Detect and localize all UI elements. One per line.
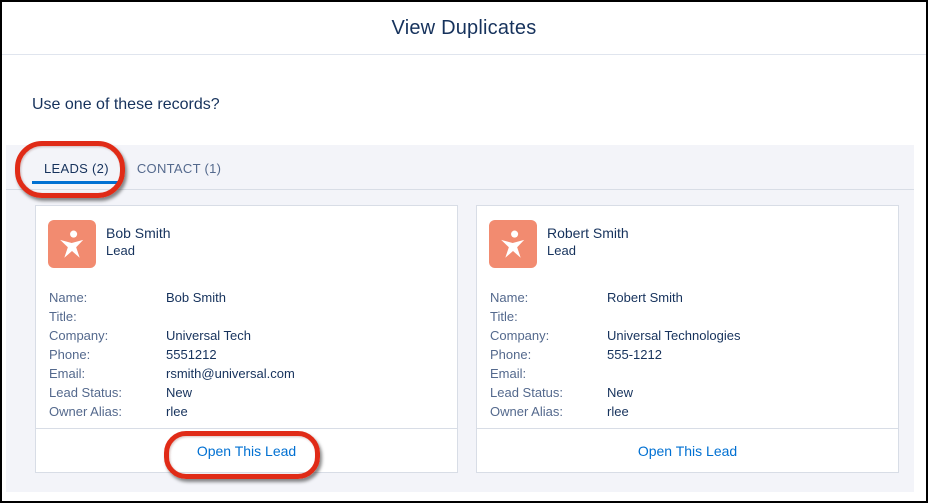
record-type-label: Lead — [106, 243, 135, 258]
card-titles: Robert Smith Lead — [547, 220, 629, 260]
field-row-title: Title: — [49, 307, 457, 326]
lead-name: Bob Smith — [106, 225, 171, 241]
field-row-company: Company: Universal Technologies — [490, 326, 898, 345]
field-row-name: Name: Bob Smith — [49, 288, 457, 307]
card-titles: Bob Smith Lead — [106, 220, 171, 260]
field-label: Phone: — [49, 347, 91, 362]
field-row-owner-alias: Owner Alias: rlee — [490, 402, 898, 421]
record-type-label: Lead — [547, 243, 576, 258]
field-value: rsmith@universal.com — [166, 366, 295, 381]
lead-avatar-icon — [48, 220, 96, 268]
field-list: Name: Robert Smith Title: Company: Unive… — [490, 288, 898, 421]
field-value: Robert Smith — [607, 290, 683, 305]
field-label: Lead Status: — [490, 385, 563, 400]
prompt-text: Use one of these records? — [32, 96, 220, 113]
field-label: Title: — [490, 309, 518, 324]
field-row-name: Name: Robert Smith — [490, 288, 898, 307]
field-value: rlee — [607, 404, 629, 419]
field-label: Email: — [49, 366, 86, 381]
modal-header: View Duplicates — [2, 2, 926, 55]
field-value: 5551212 — [166, 347, 217, 362]
field-value: rlee — [166, 404, 188, 419]
field-row-phone: Phone: 555-1212 — [490, 345, 898, 364]
tab-contact[interactable]: CONTACT (1) — [125, 145, 233, 184]
field-value: 555-1212 — [607, 347, 662, 362]
field-value: Bob Smith — [166, 290, 226, 305]
card-header: Robert Smith Lead — [477, 206, 898, 274]
duplicates-panel: LEADS (2) CONTACT (1) Bob Smith Lead Nam… — [6, 145, 914, 492]
field-row-email: Email: rsmith@universal.com — [49, 364, 457, 383]
card-header: Bob Smith Lead — [36, 206, 457, 274]
open-this-lead-button[interactable]: Open This Lead — [477, 428, 898, 472]
field-value: New — [607, 385, 634, 400]
tab-strip: LEADS (2) CONTACT (1) — [6, 145, 914, 190]
lead-card-robert-smith: Robert Smith Lead Name: Robert Smith Tit… — [476, 205, 899, 473]
field-row-owner-alias: Owner Alias: rlee — [49, 402, 457, 421]
field-label: Title: — [49, 309, 77, 324]
field-list: Name: Bob Smith Title: Company: Universa… — [49, 288, 457, 421]
field-label: Owner Alias: — [490, 404, 563, 419]
field-row-email: Email: — [490, 364, 898, 383]
field-value: Universal Tech — [166, 328, 252, 343]
field-label: Owner Alias: — [49, 404, 122, 419]
lead-name: Robert Smith — [547, 225, 629, 241]
field-label: Email: — [490, 366, 527, 381]
field-label: Company: — [49, 328, 109, 343]
page-title: View Duplicates — [391, 16, 537, 39]
tab-leads[interactable]: LEADS (2) — [32, 145, 121, 184]
view-duplicates-modal: View Duplicates Use one of these records… — [0, 0, 928, 503]
lead-card-bob-smith: Bob Smith Lead Name: Bob Smith Title: Co… — [35, 205, 458, 473]
field-value: New — [166, 385, 193, 400]
lead-avatar-icon — [489, 220, 537, 268]
field-row-phone: Phone: 5551212 — [49, 345, 457, 364]
field-label: Company: — [490, 328, 550, 343]
field-label: Lead Status: — [49, 385, 122, 400]
field-row-title: Title: — [490, 307, 898, 326]
field-row-company: Company: Universal Tech — [49, 326, 457, 345]
field-label: Name: — [49, 290, 88, 305]
field-label: Phone: — [490, 347, 532, 362]
field-row-lead-status: Lead Status: New — [490, 383, 898, 402]
field-value: Universal Technologies — [607, 328, 741, 343]
open-this-lead-button[interactable]: Open This Lead — [36, 428, 457, 472]
field-row-lead-status: Lead Status: New — [49, 383, 457, 402]
field-label: Name: — [490, 290, 529, 305]
